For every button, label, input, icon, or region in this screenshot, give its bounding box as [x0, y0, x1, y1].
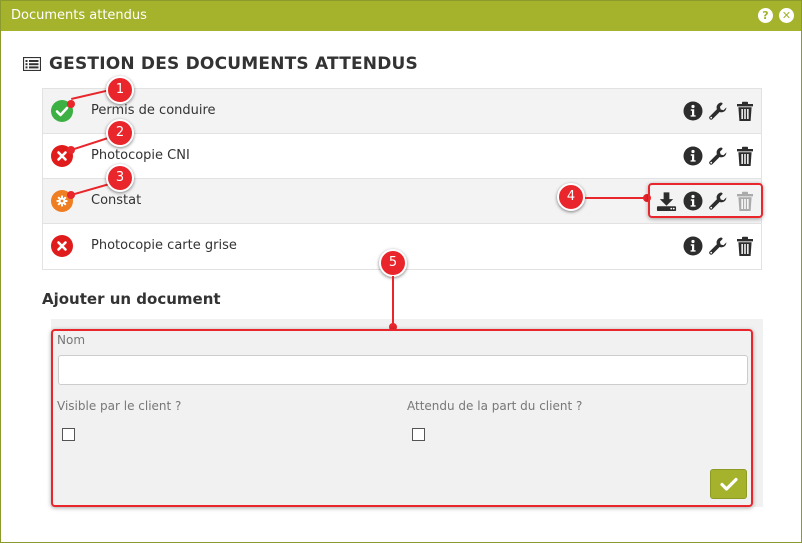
window-title: Documents attendus	[11, 8, 147, 23]
page-title: GESTION DES DOCUMENTS ATTENDUS	[49, 54, 418, 74]
callout-2: 2	[106, 119, 134, 147]
callout-dot-3	[67, 191, 75, 199]
row-actions	[682, 100, 755, 122]
close-button[interactable]: ✕	[779, 8, 794, 23]
trash-icon[interactable]	[734, 145, 755, 167]
cross-icon	[51, 235, 73, 257]
info-icon[interactable]	[682, 235, 703, 257]
titlebar: Documents attendus ? ✕	[1, 1, 801, 31]
info-icon[interactable]	[682, 100, 703, 122]
documents-table: Permis de conduire Photocopie CNI Consta…	[42, 88, 762, 270]
document-name: Photocopie CNI	[91, 148, 190, 163]
add-document-title: Ajouter un document	[42, 290, 221, 308]
list-icon	[23, 57, 41, 71]
trash-icon[interactable]	[734, 100, 755, 122]
table-row: Permis de conduire	[43, 89, 761, 134]
row-actions	[682, 235, 755, 257]
info-icon[interactable]	[682, 145, 703, 167]
callout-1: 1	[106, 76, 134, 104]
wrench-icon[interactable]	[708, 100, 729, 122]
document-name: Permis de conduire	[91, 103, 216, 118]
callout-line-5	[392, 276, 394, 326]
trash-icon[interactable]	[734, 235, 755, 257]
row-actions	[682, 145, 755, 167]
section-heading: GESTION DES DOCUMENTS ATTENDUS	[23, 53, 418, 75]
documents-dialog: Documents attendus ? ✕ GESTION DES DOCUM…	[0, 0, 802, 543]
document-name: Constat	[91, 193, 142, 208]
callout-3: 3	[106, 164, 134, 192]
wrench-icon[interactable]	[708, 235, 729, 257]
callout-4: 4	[557, 183, 585, 211]
highlight-box-form	[51, 329, 753, 507]
callout-line-4	[585, 197, 645, 199]
wrench-icon[interactable]	[708, 145, 729, 167]
callout-dot-2	[67, 146, 75, 154]
help-button[interactable]: ?	[758, 8, 773, 23]
table-row: Photocopie CNI	[43, 134, 761, 179]
highlight-box-actions	[648, 183, 763, 218]
callout-dot-1	[67, 100, 75, 108]
callout-5: 5	[379, 249, 407, 277]
document-name: Photocopie carte grise	[91, 238, 237, 253]
